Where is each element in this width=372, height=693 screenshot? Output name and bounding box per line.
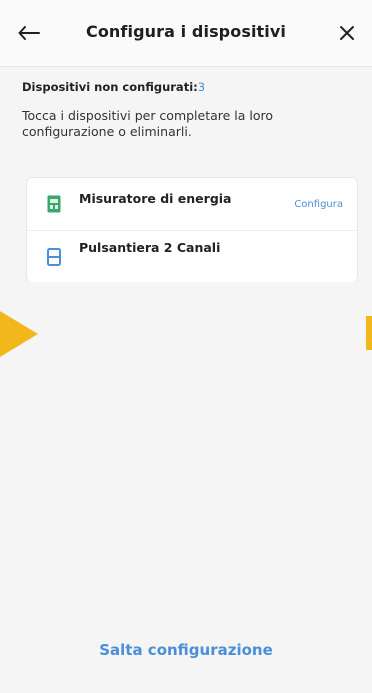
device-name: Misuratore di energia (79, 191, 232, 206)
arrow-left-icon (18, 26, 40, 40)
back-button[interactable] (14, 18, 44, 48)
device-list: Misuratore di energia Configura Pulsanti… (26, 177, 358, 282)
device-name: Pulsantiera 2 Canali (79, 240, 221, 255)
unconfigured-count: 3 (197, 80, 206, 94)
button-panel-icon (47, 248, 61, 266)
page-title: Configura i dispositivi (86, 22, 286, 41)
content-area: Dispositivi non configurati:3 Tocca i di… (22, 80, 356, 140)
scroll-right-arrow[interactable] (366, 316, 372, 350)
unconfigured-label: Dispositivi non configurati: (22, 80, 198, 94)
screen: Configura i dispositivi Dispositivi non … (0, 0, 372, 693)
configure-button[interactable]: Configura (294, 199, 343, 210)
close-button[interactable] (332, 18, 362, 48)
close-icon (340, 26, 354, 40)
list-item[interactable]: Pulsantiera 2 Canali (27, 230, 357, 282)
app-header: Configura i dispositivi (0, 0, 372, 67)
skip-configuration-button[interactable]: Salta configurazione (0, 641, 372, 659)
unconfigured-summary: Dispositivi non configurati:3 (22, 80, 356, 94)
scroll-left-arrow[interactable] (0, 311, 38, 357)
list-item[interactable]: Misuratore di energia Configura (27, 178, 357, 230)
energy-meter-icon (47, 195, 61, 213)
instructions-text: Tocca i dispositivi per completare la lo… (22, 108, 274, 139)
